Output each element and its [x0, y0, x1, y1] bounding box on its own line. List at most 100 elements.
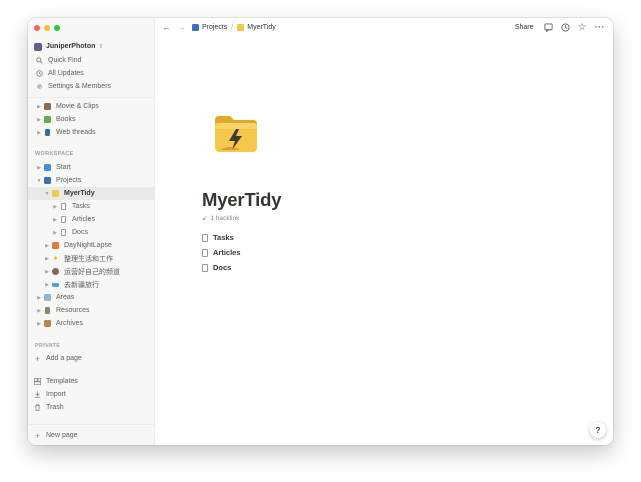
caret-right-icon[interactable]: ▶: [51, 217, 59, 223]
sidebar-item-label: Areas: [56, 294, 75, 301]
minimize-window-button[interactable]: [44, 25, 50, 31]
sidebar-item-label: Web threads: [56, 129, 96, 136]
sidebar-item-projects[interactable]: ▼ Projects: [28, 174, 154, 187]
sidebar-item-start[interactable]: ▶ Start: [28, 161, 154, 174]
sidebar-item-label: Tasks: [72, 203, 90, 210]
page-content: MyerTidy ↙ 1 backlink Tasks Articles Docs…: [154, 36, 613, 445]
workspace-section-label: WORKSPACE: [35, 151, 74, 157]
caret-right-icon[interactable]: ▶: [35, 321, 43, 327]
add-page-button[interactable]: + Add a page: [28, 352, 154, 365]
caret-right-icon[interactable]: ▶: [51, 204, 59, 210]
sidebar-item-label: Resources: [56, 307, 90, 314]
caret-right-icon[interactable]: ▶: [35, 104, 43, 110]
sidebar-item-templates[interactable]: Templates: [28, 375, 154, 388]
comment-icon[interactable]: [543, 22, 553, 32]
page-icon: [59, 216, 68, 223]
sidebar-item-books[interactable]: ▶ Books: [28, 113, 154, 126]
caret-right-icon[interactable]: ▶: [35, 117, 43, 123]
page-icon: [202, 263, 208, 272]
person-icon: [51, 268, 60, 275]
share-button[interactable]: Share: [515, 24, 534, 31]
page-icon-folder[interactable]: [212, 112, 260, 156]
caret-down-icon[interactable]: ▼: [43, 191, 51, 197]
backlink-link[interactable]: ↙ 1 backlink: [202, 214, 239, 222]
sunset-icon: [51, 242, 60, 249]
gear-icon: [35, 83, 44, 90]
sidebar-item-quick-find[interactable]: Quick Find: [28, 54, 154, 67]
caret-right-icon[interactable]: ▶: [43, 243, 51, 249]
caret-right-icon[interactable]: ▶: [35, 295, 43, 301]
caret-right-icon[interactable]: ▶: [43, 269, 51, 275]
breadcrumb-projects[interactable]: Projects: [202, 24, 227, 31]
sidebar-item-import[interactable]: Import: [28, 388, 154, 401]
sidebar-item-myertidy[interactable]: ▼ MyerTidy: [28, 187, 154, 200]
more-icon[interactable]: ···: [595, 22, 606, 32]
sidebar-item-xinjiang-trip[interactable]: ▶ 去新疆旅行: [28, 278, 154, 291]
plus-icon: +: [34, 430, 41, 441]
child-page-articles[interactable]: Articles: [202, 248, 241, 257]
history-icon[interactable]: [560, 22, 570, 32]
sidebar-item-settings[interactable]: Settings & Members: [28, 80, 154, 93]
sidebar-item-channel[interactable]: ▶ 运营好自己的频道: [28, 265, 154, 278]
plus-icon: +: [34, 353, 41, 364]
star-icon[interactable]: ☆: [578, 22, 587, 33]
help-button[interactable]: ?: [590, 422, 606, 438]
templates-icon: [33, 378, 42, 385]
sidebar-item-label: Start: [56, 164, 71, 171]
book-icon: [43, 129, 52, 136]
caret-right-icon[interactable]: ▶: [51, 230, 59, 236]
page-title[interactable]: MyerTidy: [202, 189, 281, 211]
caret-right-icon[interactable]: ▶: [35, 165, 43, 171]
sidebar-item-organize-life[interactable]: ▶ ● 整理生活和工作: [28, 252, 154, 265]
sidebar-item-label: All Updates: [48, 70, 84, 77]
import-icon: [33, 391, 42, 398]
sidebar-item-label: Templates: [46, 378, 78, 385]
back-arrow-icon[interactable]: ←: [162, 22, 171, 32]
sidebar-item-label: Projects: [56, 177, 82, 184]
caret-right-icon[interactable]: ▶: [35, 130, 43, 136]
avatar: [34, 42, 42, 51]
sidebar-item-trash[interactable]: Trash: [28, 401, 154, 414]
sidebar-item-label: Docs: [72, 229, 88, 236]
close-window-button[interactable]: [34, 25, 40, 31]
window-controls: [34, 25, 60, 31]
sidebar-item-label: Quick Find: [48, 57, 82, 64]
sidebar-item-label: Movie & Clips: [56, 103, 99, 110]
trash-icon: [33, 404, 42, 411]
start-icon: [43, 164, 52, 171]
page-icon: [202, 233, 208, 242]
caret-right-icon[interactable]: ▶: [43, 282, 51, 288]
child-page-label: Docs: [213, 263, 232, 272]
child-page-label: Articles: [213, 248, 241, 257]
child-page-tasks[interactable]: Tasks: [202, 233, 234, 242]
breadcrumb-myertidy[interactable]: MyerTidy: [247, 24, 276, 31]
caret-right-icon[interactable]: ▶: [35, 308, 43, 314]
new-page-button[interactable]: + New page: [28, 429, 154, 442]
page-icon: [202, 248, 208, 257]
backlink-label: 1 backlink: [210, 215, 240, 222]
zoom-window-button[interactable]: [54, 25, 60, 31]
sidebar-item-articles[interactable]: ▶ Articles: [28, 213, 154, 226]
sidebar-item-resources[interactable]: ▶ Resources: [28, 304, 154, 317]
sidebar-item-archives[interactable]: ▶ Archives: [28, 317, 154, 330]
sidebar-item-movie-clips[interactable]: ▶ Movie & Clips: [28, 100, 154, 113]
workspace-switcher[interactable]: JuniperPhoton ⇕: [34, 40, 152, 53]
sidebar-item-all-updates[interactable]: All Updates: [28, 67, 154, 80]
private-section-label: PRIVATE: [35, 343, 61, 349]
sidebar-item-web-threads[interactable]: ▶ Web threads: [28, 126, 154, 139]
caret-down-icon[interactable]: ▼: [35, 178, 43, 184]
books-icon: [43, 116, 52, 123]
caret-right-icon[interactable]: ▶: [43, 256, 51, 262]
sidebar-item-daynightlapse[interactable]: ▶ DayNightLapse: [28, 239, 154, 252]
sidebar-item-tasks[interactable]: ▶ Tasks: [28, 200, 154, 213]
sidebar-item-areas[interactable]: ▶ Areas: [28, 291, 154, 304]
child-page-docs[interactable]: Docs: [202, 263, 231, 272]
sidebar-item-label: MyerTidy: [64, 190, 95, 197]
add-page-label: Add a page: [46, 355, 82, 362]
sidebar-item-label: Import: [46, 391, 66, 398]
sidebar-item-docs[interactable]: ▶ Docs: [28, 226, 154, 239]
lightbulb-icon: ●: [53, 255, 58, 262]
forward-arrow-icon[interactable]: →: [177, 22, 186, 32]
page-icon: [59, 203, 68, 210]
clock-icon: [35, 70, 44, 77]
